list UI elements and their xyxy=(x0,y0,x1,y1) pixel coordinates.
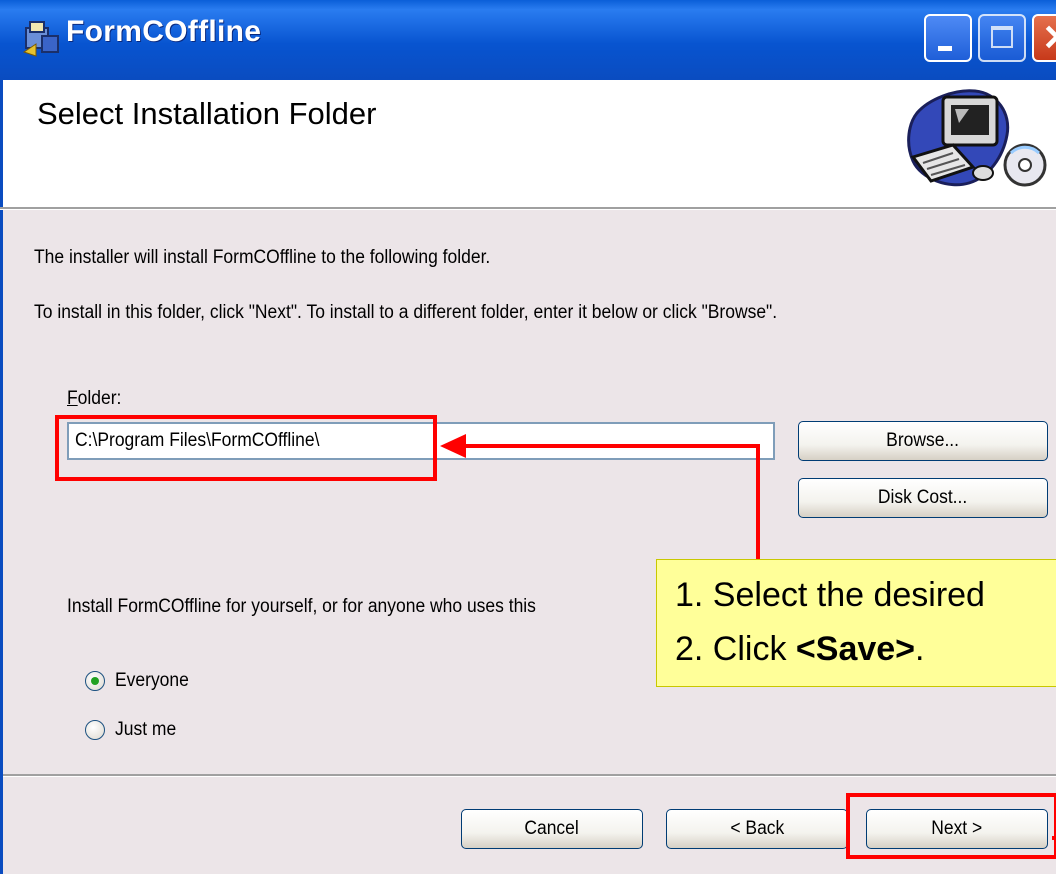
callout-step-2-suffix: . xyxy=(915,630,925,668)
minimize-button[interactable] xyxy=(924,14,972,62)
disk-cost-button[interactable]: Disk Cost... xyxy=(798,478,1048,518)
close-button[interactable]: ✕ xyxy=(1032,14,1056,62)
radio-selected-dot xyxy=(91,677,99,685)
just-me-radio[interactable] xyxy=(85,720,105,740)
minimize-icon xyxy=(938,46,952,51)
folder-label: Folder: xyxy=(67,388,121,410)
arrow-head-icon xyxy=(440,434,466,458)
close-icon: ✕ xyxy=(1042,18,1056,58)
installer-icon xyxy=(22,21,59,57)
maximize-icon xyxy=(991,26,1013,48)
browse-button-label: Browse... xyxy=(886,430,960,451)
instruction-callout: 1. Select the desired 2. Click <Save>. xyxy=(656,559,1056,687)
cancel-button[interactable]: Cancel xyxy=(461,809,643,849)
header-banner: Select Installation Folder xyxy=(0,80,1056,208)
callout-connector-horizontal xyxy=(462,444,760,448)
next-highlight-box xyxy=(846,793,1056,859)
folder-label-accelerator: F xyxy=(67,388,78,409)
instruction-text: To install in this folder, click "Next".… xyxy=(34,302,778,323)
footer-divider xyxy=(3,774,1056,777)
everyone-radio[interactable] xyxy=(85,671,105,691)
install-for-text: Install FormCOffline for yourself, or fo… xyxy=(67,596,536,617)
intro-text: The installer will install FormCOffline … xyxy=(34,247,491,268)
callout-step-2-prefix: 2. Click xyxy=(675,630,796,668)
disk-cost-button-label: Disk Cost... xyxy=(878,487,968,508)
callout-connector-vertical xyxy=(756,444,760,560)
just-me-label[interactable]: Just me xyxy=(115,719,176,741)
callout-step-2: 2. Click <Save>. xyxy=(675,630,925,669)
everyone-label[interactable]: Everyone xyxy=(115,670,189,692)
maximize-button[interactable] xyxy=(978,14,1026,62)
title-bar[interactable]: FormCOffline ✕ xyxy=(0,0,1056,80)
installer-window: FormCOffline ✕ Select Installation Folde… xyxy=(0,0,1056,874)
back-button-label: < Back xyxy=(730,818,784,839)
cancel-button-label: Cancel xyxy=(524,818,580,839)
back-button[interactable]: < Back xyxy=(666,809,848,849)
window-title: FormCOffline xyxy=(66,15,262,48)
page-title: Select Installation Folder xyxy=(37,96,377,131)
folder-label-text: older: xyxy=(77,388,122,409)
callout-step-2-bold: <Save> xyxy=(795,630,916,668)
dialog-body: The installer will install FormCOffline … xyxy=(0,210,1056,874)
computer-cd-icon xyxy=(907,89,1047,187)
callout-step-1: 1. Select the desired xyxy=(675,576,985,614)
browse-button[interactable]: Browse... xyxy=(798,421,1048,461)
next-pointer-line xyxy=(1052,836,1056,840)
folder-highlight-box xyxy=(55,415,437,481)
